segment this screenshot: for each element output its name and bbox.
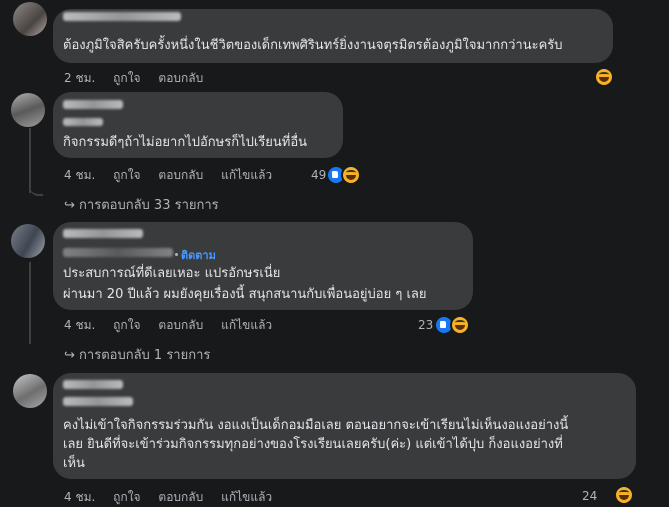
edited-label: แก้ไขแล้ว [221,490,273,504]
timestamp[interactable]: 4 ชม. [64,168,95,182]
haha-icon[interactable] [450,315,470,335]
avatar[interactable] [11,224,45,258]
comment-text: ผ่านมา 20 ปีแล้ว ผมยังคุยเรื่องนี้ สนุกส… [63,287,427,302]
comment-actions: 4 ชม. ถูกใจ ตอบกลับ แก้ไขแล้ว [64,316,286,335]
edited-label: แก้ไขแล้ว [221,318,273,332]
reaction-count[interactable]: 24 [582,489,597,503]
thread-line [29,262,31,344]
thread-connector [29,180,43,196]
haha-icon[interactable] [594,67,614,87]
reply-link[interactable]: ตอบกลับ [158,318,203,332]
replies-label: การตอบกลับ 33 รายการ [79,198,219,213]
avatar[interactable] [13,374,47,408]
avatar[interactable] [11,93,45,127]
comment-actions: 4 ชม. ถูกใจ ตอบกลับ แก้ไขแล้ว [64,166,286,185]
comment-actions: 2 ชม. ถูกใจ ตอบกลับ [64,69,217,88]
author-name[interactable] [63,12,181,21]
reply-link[interactable]: ตอบกลับ [158,71,203,85]
replies-label: การตอบกลับ 1 รายการ [79,348,211,363]
separator-dot [175,253,178,256]
author-name[interactable] [63,100,123,109]
edited-label: แก้ไขแล้ว [221,168,273,182]
haha-icon[interactable] [341,165,361,185]
reply-arrow-icon: ↪ [64,198,75,213]
author-name[interactable] [63,397,133,406]
view-replies-link[interactable]: ↪ การตอบกลับ 33 รายการ [64,194,219,215]
comment-actions: 4 ชม. ถูกใจ ตอบกลับ แก้ไขแล้ว [64,488,286,507]
comment-text: เห็น [63,456,85,471]
view-replies-link[interactable]: ↪ การตอบกลับ 1 รายการ [64,344,210,365]
author-name[interactable] [63,380,123,389]
reaction-count[interactable]: 49 [311,168,326,182]
comment-text: คงไม่เข้าใจกิจกรรมร่วมกัน งอแงเป็นเด็กอม… [63,418,569,433]
author-subtitle [63,118,103,126]
reaction-count[interactable]: 23 [418,318,433,332]
author-name[interactable] [63,248,173,257]
author-name[interactable] [63,229,143,238]
comment-text: ประสบการณ์ที่ดีเลยเหอะ แปรอักษรเนี่ย [63,266,281,281]
reply-link[interactable]: ตอบกลับ [158,168,203,182]
timestamp[interactable]: 2 ชม. [64,71,95,85]
like-link[interactable]: ถูกใจ [113,318,140,332]
follow-link[interactable]: ติดตาม [181,246,216,264]
like-link[interactable]: ถูกใจ [113,168,140,182]
reply-link[interactable]: ตอบกลับ [158,490,203,504]
like-link[interactable]: ถูกใจ [113,71,140,85]
like-link[interactable]: ถูกใจ [113,490,140,504]
comment-text: เลย ยินดีที่จะเข้าร่วมกิจกรรมทุกอย่างของ… [63,437,563,452]
comment-text: ต้องภูมิใจสิครับครั้งหนึ่งในชีวิตของเด็ก… [63,38,563,53]
comment-text: กิจกรรมดีๆถ้าไม่อยากไปอักษรก็ไปเรียนที่อ… [63,135,308,150]
timestamp[interactable]: 4 ชม. [64,318,95,332]
haha-icon[interactable] [614,485,634,505]
reply-arrow-icon: ↪ [64,348,75,363]
timestamp[interactable]: 4 ชม. [64,490,95,504]
avatar[interactable] [13,2,47,36]
